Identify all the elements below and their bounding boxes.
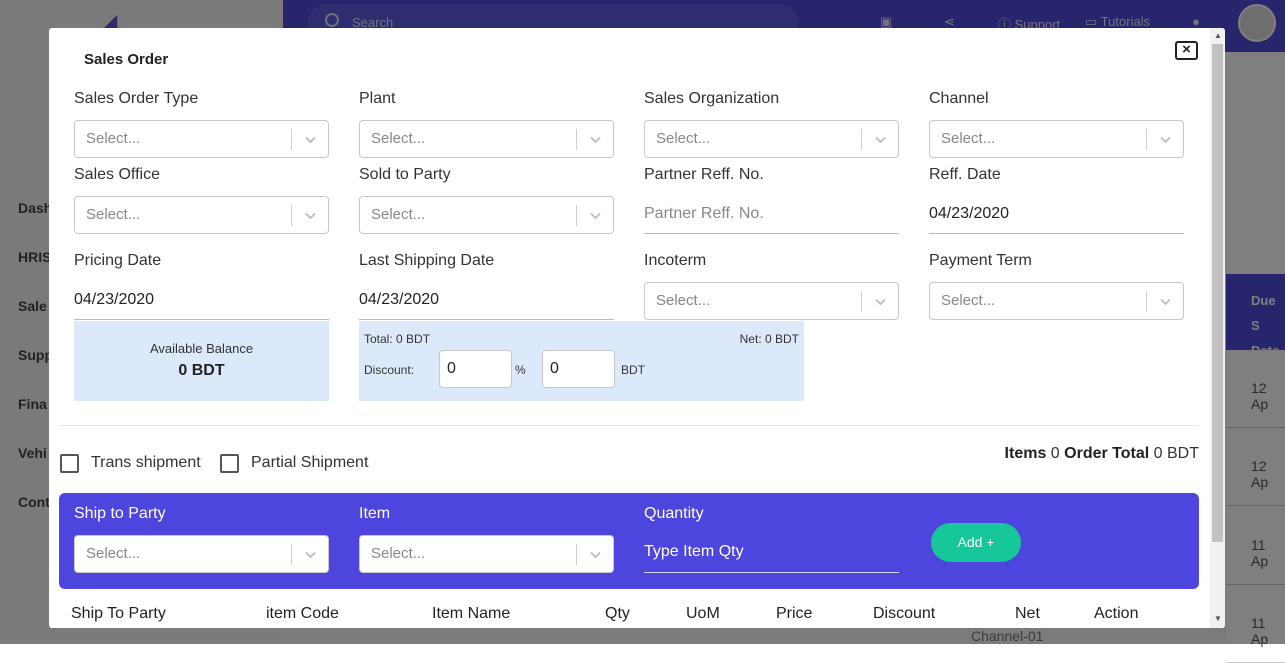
pricing-date-label: Pricing Date	[74, 252, 162, 269]
column-header-price: Price	[776, 605, 813, 622]
scroll-up-arrow-icon[interactable]: ▲	[1214, 31, 1222, 40]
select-separator	[291, 544, 292, 565]
chevron-down-icon	[590, 212, 601, 220]
sales-organization-label: Sales Organization	[644, 90, 780, 107]
scrollbar-thumb[interactable]	[1212, 44, 1223, 542]
column-header-uom: UoM	[686, 605, 720, 622]
trans-shipment-label: Trans shipment	[91, 454, 201, 471]
plant-select[interactable]: Select...	[359, 120, 614, 158]
chevron-down-icon	[305, 212, 316, 220]
divider	[59, 425, 1199, 426]
sales-order-type-label: Sales Order Type	[74, 90, 199, 107]
sold-to-party-label: Sold to Party	[359, 166, 451, 183]
discount-amount-input[interactable]: 0	[542, 350, 615, 388]
modal-title: Sales Order	[84, 51, 169, 68]
item-label: Item	[359, 505, 391, 522]
trans-shipment-checkbox[interactable]	[60, 454, 79, 473]
chevron-down-icon	[590, 136, 601, 144]
select-placeholder: Select...	[86, 545, 141, 562]
percent-sign: %	[515, 363, 526, 377]
column-header-net: Net	[1015, 605, 1040, 622]
available-balance-title: Available Balance	[149, 341, 254, 356]
ship-to-party-label: Ship to Party	[74, 505, 166, 522]
select-placeholder: Select...	[371, 206, 426, 223]
ship-to-party-select[interactable]: Select...	[74, 535, 329, 573]
items-count: 0	[1050, 445, 1060, 462]
partner-reff-no-label: Partner Reff. No.	[644, 166, 764, 183]
channel-select[interactable]: Select...	[929, 120, 1184, 158]
column-header-item-code: item Code	[266, 605, 339, 622]
items-label: Items	[1004, 445, 1047, 462]
currency-label: BDT	[621, 363, 645, 377]
select-placeholder: Select...	[941, 292, 996, 309]
available-balance-box: Available Balance 0 BDT	[74, 321, 329, 401]
incoterm-select[interactable]: Select...	[644, 282, 899, 320]
sales-office-select[interactable]: Select...	[74, 196, 329, 234]
select-placeholder: Select...	[371, 130, 426, 147]
column-header-qty: Qty	[605, 605, 630, 622]
order-total-label: Order Total	[1064, 445, 1150, 462]
reff-date-label: Reff. Date	[929, 166, 1001, 183]
chevron-down-icon	[1160, 298, 1171, 306]
add-item-panel: Ship to Party Select... Item Select... Q…	[59, 493, 1199, 589]
sales-organization-select[interactable]: Select...	[644, 120, 899, 158]
select-placeholder: Select...	[656, 130, 711, 147]
order-summary: Items 0 Order Total 0 BDT	[1005, 445, 1199, 463]
select-placeholder: Select...	[941, 130, 996, 147]
net-text: Net: 0 BDT	[739, 332, 799, 346]
partner-reff-no-input[interactable]: Partner Reff. No.	[644, 194, 899, 234]
select-separator	[576, 129, 577, 150]
chevron-down-icon	[1160, 136, 1171, 144]
select-placeholder: Select...	[86, 206, 141, 223]
select-separator	[1146, 129, 1147, 150]
plant-label: Plant	[359, 90, 396, 107]
select-separator	[291, 129, 292, 150]
totals-box: Total: 0 BDT Net: 0 BDT Discount: 0 % 0 …	[359, 321, 804, 401]
select-separator	[861, 291, 862, 312]
scroll-down-arrow-icon[interactable]: ▼	[1214, 614, 1222, 623]
select-placeholder: Select...	[371, 545, 426, 562]
sales-order-modal: Sales Order × Sales Order Type Select...…	[49, 28, 1225, 628]
column-header-action: Action	[1094, 605, 1139, 622]
available-balance-value: 0 BDT	[178, 362, 225, 379]
sales-office-label: Sales Office	[74, 166, 160, 183]
sold-to-party-select[interactable]: Select...	[359, 196, 614, 234]
partial-shipment-checkbox[interactable]	[220, 454, 239, 473]
chevron-down-icon	[875, 298, 886, 306]
total-text: Total: 0 BDT	[364, 332, 431, 346]
payment-term-label: Payment Term	[929, 252, 1032, 269]
select-separator	[576, 205, 577, 226]
order-total-value: 0 BDT	[1153, 445, 1199, 462]
reff-date-input[interactable]: 04/23/2020	[929, 194, 1184, 234]
payment-term-select[interactable]: Select...	[929, 282, 1184, 320]
pricing-date-input[interactable]: 04/23/2020	[74, 280, 329, 320]
quantity-label: Quantity	[644, 505, 704, 522]
discount-percent-input[interactable]: 0	[439, 350, 512, 388]
last-shipping-date-input[interactable]: 04/23/2020	[359, 280, 614, 320]
column-header-ship-to-party: Ship To Party	[71, 605, 166, 622]
chevron-down-icon	[305, 551, 316, 559]
sales-order-type-select[interactable]: Select...	[74, 120, 329, 158]
column-header-item-name: Item Name	[432, 605, 511, 622]
discount-label: Discount:	[364, 363, 415, 377]
modal-scrollbar[interactable]: ▲ ▼	[1210, 28, 1225, 628]
close-button[interactable]: ×	[1175, 41, 1198, 60]
partial-shipment-label: Partial Shipment	[251, 454, 369, 471]
last-shipping-date-label: Last Shipping Date	[359, 252, 495, 269]
select-placeholder: Select...	[656, 292, 711, 309]
select-separator	[576, 544, 577, 565]
select-separator	[291, 205, 292, 226]
select-placeholder: Select...	[86, 130, 141, 147]
select-separator	[1146, 291, 1147, 312]
quantity-input[interactable]: Type Item Qty	[644, 537, 899, 573]
column-header-discount: Discount	[873, 605, 936, 622]
add-item-button[interactable]: Add +	[931, 523, 1021, 562]
chevron-down-icon	[590, 551, 601, 559]
chevron-down-icon	[305, 136, 316, 144]
chevron-down-icon	[875, 136, 886, 144]
select-separator	[861, 129, 862, 150]
incoterm-label: Incoterm	[644, 252, 707, 269]
channel-label: Channel	[929, 90, 989, 107]
item-select[interactable]: Select...	[359, 535, 614, 573]
